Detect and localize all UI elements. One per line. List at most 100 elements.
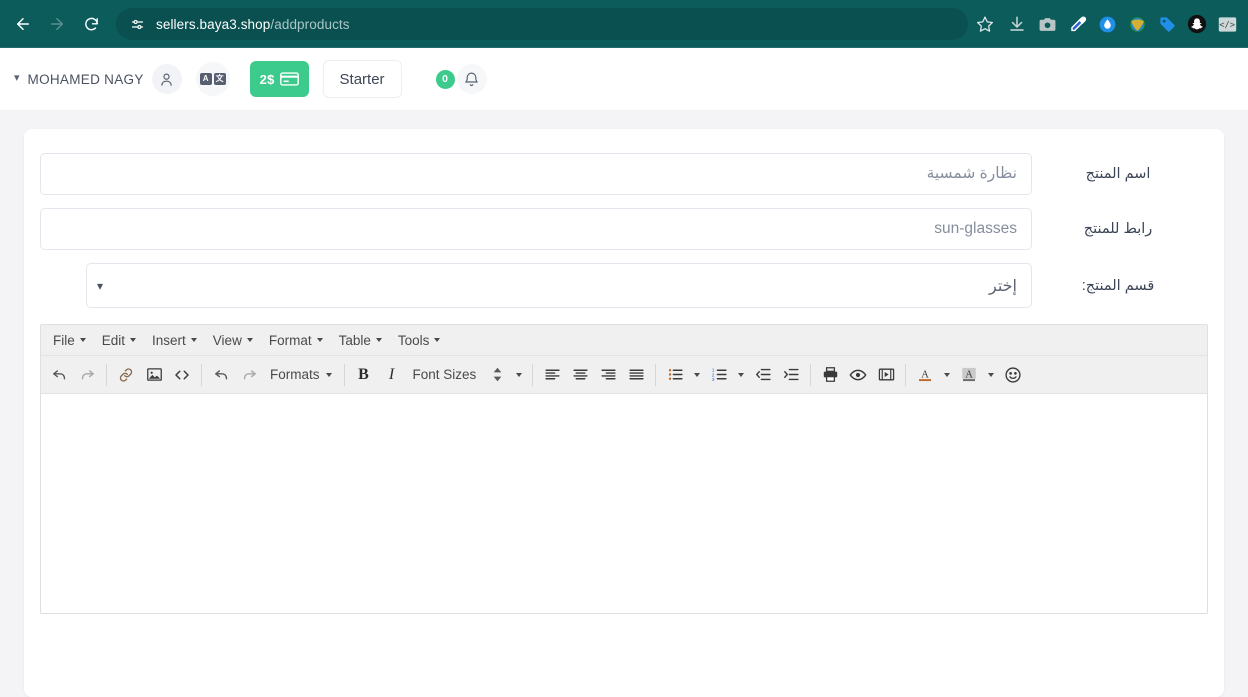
align-right-button[interactable] bbox=[594, 361, 622, 389]
text-color-button[interactable]: A bbox=[911, 361, 939, 389]
site-settings-button[interactable] bbox=[124, 11, 150, 37]
url-path: /addproducts bbox=[270, 16, 350, 32]
align-center-button[interactable] bbox=[566, 361, 594, 389]
water-drop-icon[interactable] bbox=[1096, 13, 1118, 35]
preview-button[interactable] bbox=[844, 361, 872, 389]
background-color-button[interactable]: A bbox=[955, 361, 983, 389]
redo-button[interactable] bbox=[73, 361, 101, 389]
editor-menubar: File Edit Insert View Format Table Tools bbox=[41, 325, 1207, 356]
editor-content-area[interactable] bbox=[41, 394, 1207, 613]
align-justify-button[interactable] bbox=[622, 361, 650, 389]
address-bar[interactable]: sellers.baya3.shop/addproducts bbox=[116, 8, 968, 40]
product-link-input[interactable] bbox=[40, 208, 1032, 250]
undo-icon bbox=[52, 370, 65, 380]
reload-button[interactable] bbox=[74, 7, 108, 41]
idm-globe-icon[interactable] bbox=[1126, 13, 1148, 35]
bookmark-button[interactable] bbox=[970, 9, 1000, 39]
align-justify-icon bbox=[629, 369, 644, 380]
redo-button-2[interactable] bbox=[235, 361, 263, 389]
screenshot-camera-icon[interactable] bbox=[1036, 13, 1058, 35]
product-form: اسم المنتج رابط للمنتج قسم المنتج: bbox=[40, 153, 1208, 308]
numbered-list-button[interactable]: 123 bbox=[705, 361, 733, 389]
menu-view[interactable]: View bbox=[205, 329, 261, 352]
svg-text:3: 3 bbox=[712, 377, 715, 383]
forward-button[interactable] bbox=[40, 7, 74, 41]
code-icon[interactable]: </> bbox=[1216, 13, 1238, 35]
undo-icon bbox=[214, 370, 227, 380]
font-size-stepper[interactable] bbox=[483, 361, 511, 389]
text-color-caret[interactable] bbox=[939, 361, 955, 389]
product-name-input[interactable] bbox=[40, 153, 1032, 195]
image-button[interactable] bbox=[140, 361, 168, 389]
menu-file[interactable]: File bbox=[45, 329, 94, 352]
undo-button[interactable] bbox=[45, 361, 73, 389]
user-menu-button[interactable]: ▾ MOHAMED NAGY bbox=[14, 64, 182, 94]
bullet-list-button[interactable] bbox=[661, 361, 689, 389]
plan-label: Starter bbox=[339, 70, 385, 88]
balance-button[interactable]: 2$ bbox=[249, 61, 309, 97]
page-body: اسم المنتج رابط للمنتج قسم المنتج: bbox=[0, 110, 1248, 697]
notifications-button[interactable]: 0 bbox=[435, 64, 487, 94]
preview-icon bbox=[849, 369, 867, 380]
translate-button[interactable]: A 文 bbox=[195, 62, 230, 96]
updown-arrows-icon bbox=[493, 367, 502, 382]
formats-dropdown[interactable]: Formats bbox=[263, 362, 339, 387]
italic-button[interactable]: I bbox=[378, 361, 406, 389]
category-select[interactable]: إختر ▾ bbox=[86, 263, 1032, 308]
menu-table[interactable]: Table bbox=[331, 329, 390, 352]
menu-format[interactable]: Format bbox=[261, 329, 331, 352]
eyedropper-icon[interactable] bbox=[1066, 13, 1088, 35]
menu-edit[interactable]: Edit bbox=[94, 329, 144, 352]
chevron-down-icon bbox=[190, 338, 197, 342]
user-name-label: MOHAMED NAGY bbox=[27, 71, 144, 87]
plan-button[interactable]: Starter bbox=[322, 60, 402, 98]
back-button[interactable] bbox=[6, 7, 40, 41]
category-select-wrap: إختر ▾ bbox=[86, 263, 1032, 308]
tag-icon[interactable] bbox=[1156, 13, 1178, 35]
chevron-down-icon bbox=[694, 372, 701, 377]
text-color-icon: A bbox=[919, 369, 932, 381]
snapchat-icon[interactable] bbox=[1186, 13, 1208, 35]
menu-insert[interactable]: Insert bbox=[144, 329, 205, 352]
translate-letter-a: A bbox=[199, 73, 212, 85]
align-center-icon bbox=[573, 369, 588, 380]
align-left-icon bbox=[545, 369, 560, 380]
font-sizes-dropdown[interactable]: Font Sizes bbox=[406, 362, 484, 387]
rich-text-editor: File Edit Insert View Format Table Tools bbox=[40, 324, 1208, 614]
undo-button-2[interactable] bbox=[207, 361, 235, 389]
chevron-down-icon bbox=[316, 338, 323, 342]
align-left-button[interactable] bbox=[538, 361, 566, 389]
background-color-caret[interactable] bbox=[983, 361, 999, 389]
link-icon bbox=[119, 367, 133, 382]
source-code-button[interactable] bbox=[168, 361, 196, 389]
media-button[interactable] bbox=[872, 361, 900, 389]
editor-toolbar: Formats B I Font Sizes 1 2 3 A A bbox=[41, 356, 1207, 394]
print-button[interactable] bbox=[816, 361, 844, 389]
menu-format-label: Format bbox=[268, 332, 312, 348]
emoticon-button[interactable] bbox=[999, 361, 1027, 389]
chevron-down-icon bbox=[246, 338, 253, 342]
chevron-down-icon bbox=[79, 338, 86, 342]
url-domain: sellers.baya3.shop bbox=[156, 16, 271, 32]
link-button[interactable] bbox=[112, 361, 140, 389]
bold-button[interactable]: B bbox=[350, 361, 378, 389]
translate-icon: A 文 bbox=[199, 73, 226, 85]
download-icon[interactable] bbox=[1006, 13, 1028, 35]
font-size-caret[interactable] bbox=[511, 361, 527, 389]
credit-card-icon bbox=[279, 72, 299, 86]
bullet-list-caret[interactable] bbox=[689, 361, 705, 389]
notification-badge: 0 bbox=[435, 69, 455, 89]
formats-label: Formats bbox=[270, 367, 320, 382]
category-select-value: إختر bbox=[989, 277, 1017, 295]
image-icon bbox=[146, 368, 162, 381]
url-text: sellers.baya3.shop/addproducts bbox=[156, 17, 350, 32]
menu-edit-label: Edit bbox=[101, 332, 126, 348]
chevron-down-icon bbox=[325, 372, 332, 377]
menu-tools[interactable]: Tools bbox=[390, 329, 449, 352]
indent-button[interactable] bbox=[777, 361, 805, 389]
chevron-down-icon bbox=[944, 372, 951, 377]
browser-toolbar: sellers.baya3.shop/addproducts </> bbox=[0, 0, 1248, 48]
menu-insert-label: Insert bbox=[152, 332, 186, 348]
outdent-button[interactable] bbox=[749, 361, 777, 389]
numbered-list-caret[interactable] bbox=[733, 361, 749, 389]
